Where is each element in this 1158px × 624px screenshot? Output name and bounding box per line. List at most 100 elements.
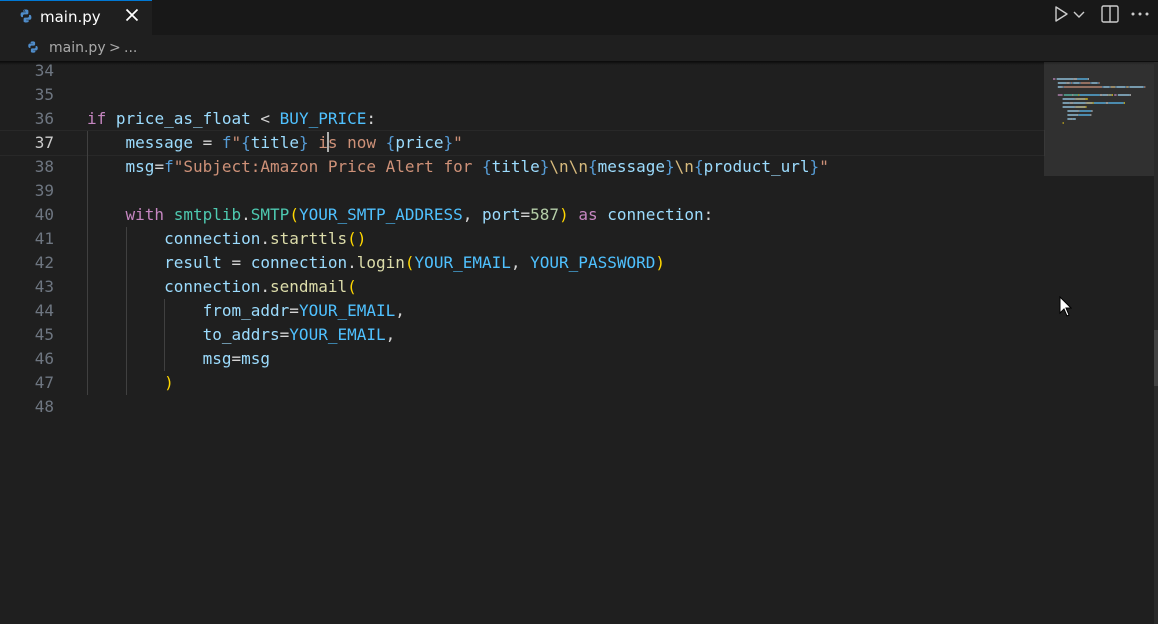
scrollbar-thumb[interactable]	[1154, 330, 1158, 386]
line-number: 45	[34, 325, 54, 344]
line-number: 37	[34, 133, 54, 152]
code-text: with smtplib.SMTP(YOUR_SMTP_ADDRESS, por…	[87, 203, 714, 227]
vertical-scrollbar[interactable]	[1154, 62, 1158, 624]
breadcrumb-file[interactable]: main.py	[49, 40, 106, 56]
code-token: YOUR_EMAIL	[289, 325, 386, 344]
close-icon[interactable]	[123, 6, 141, 24]
code-token: port	[481, 205, 521, 224]
code-line[interactable]: 38 msg=f"Subject:Amazon Price Alert for …	[0, 155, 1044, 179]
chevron-down-icon[interactable]	[1072, 3, 1086, 25]
code-token: to_addrs	[202, 325, 280, 344]
code-token: .	[347, 253, 357, 272]
code-token: )	[164, 373, 174, 392]
code-token: ,	[510, 253, 531, 272]
code-token: smtplib	[173, 205, 242, 224]
code-token: "	[819, 157, 829, 176]
code-token: =	[520, 205, 531, 224]
code-token: SMTP	[250, 205, 290, 224]
line-number: 48	[34, 397, 54, 416]
code-text: msg=msg	[87, 347, 270, 371]
code-editor[interactable]: 34 35 36 if price_as_float < BUY_PRICE: 37 m…	[0, 59, 1045, 624]
code-token: =	[279, 325, 290, 344]
code-token: connection	[250, 253, 348, 272]
ellipsis-icon[interactable]	[1129, 3, 1151, 25]
line-number: 43	[34, 277, 54, 296]
code-token: .	[260, 277, 271, 296]
code-token: msg	[125, 157, 155, 176]
minimap-slider[interactable]	[1044, 62, 1154, 176]
code-token: 587	[530, 205, 560, 224]
code-token: starttls	[270, 229, 348, 248]
code-token: ,	[385, 325, 396, 344]
code-token: <	[250, 109, 280, 128]
code-line[interactable]: 35	[0, 83, 1044, 107]
python-icon	[28, 41, 38, 53]
code-line[interactable]: 37 message = f"{title} is now {price}"	[0, 130, 1045, 156]
indent-guide	[87, 131, 88, 395]
code-line[interactable]: 48	[0, 395, 1044, 419]
line-number: 44	[34, 301, 54, 320]
code-token: YOUR_EMAIL	[414, 253, 511, 272]
code-token: (	[347, 277, 357, 296]
code-line[interactable]: 44 from_addr=YOUR_EMAIL,	[0, 299, 1044, 323]
code-token: connection	[607, 205, 704, 224]
code-token: result	[164, 253, 222, 272]
code-token: f	[164, 157, 174, 176]
code-token: }	[665, 157, 675, 176]
code-text: )	[87, 371, 174, 395]
code-line[interactable]: 46 msg=msg	[0, 347, 1044, 371]
code-token: if	[87, 109, 107, 128]
code-token: =	[289, 301, 299, 320]
code-token: .	[241, 205, 251, 224]
code-token: ()	[347, 229, 367, 248]
code-line[interactable]: 43 connection.sendmail(	[0, 275, 1044, 299]
split-editor-icon[interactable]	[1099, 3, 1121, 25]
code-token: i	[308, 133, 328, 152]
code-line[interactable]: 42 result = connection.login(YOUR_EMAIL,…	[0, 251, 1044, 275]
code-token: \n	[674, 157, 694, 176]
indent-guide	[125, 227, 127, 395]
line-number: 47	[34, 373, 54, 392]
code-token: s now	[327, 133, 386, 152]
code-line[interactable]: 40 with smtplib.SMTP(YOUR_SMTP_ADDRESS, …	[0, 203, 1044, 227]
code-text: connection.starttls()	[87, 227, 366, 251]
code-token: "	[231, 133, 242, 152]
code-token: title	[250, 133, 299, 152]
code-token: {	[385, 133, 396, 152]
python-icon	[20, 9, 32, 23]
code-token: =	[231, 349, 242, 368]
code-token: "Subject:Amazon Price Alert for	[173, 157, 482, 176]
code-token: {	[481, 157, 492, 176]
code-text: message = f"{title} is now {price}"	[87, 131, 463, 155]
code-line[interactable]: 45 to_addrs=YOUR_EMAIL,	[0, 323, 1044, 347]
code-token: connection	[164, 229, 261, 248]
line-number: 40	[34, 205, 54, 224]
code-token: f	[221, 133, 232, 152]
code-line[interactable]: 39	[0, 179, 1044, 203]
code-token: =	[154, 157, 165, 176]
code-token: }	[443, 133, 454, 152]
code-line[interactable]: 41 connection.starttls()	[0, 227, 1044, 251]
code-line[interactable]: 47 )	[0, 371, 1044, 395]
code-text: if price_as_float < BUY_PRICE:	[87, 107, 376, 131]
code-line[interactable]: 36 if price_as_float < BUY_PRICE:	[0, 107, 1044, 131]
play-icon[interactable]	[1050, 3, 1072, 25]
code-token: message	[125, 133, 193, 152]
code-token: =	[192, 133, 222, 152]
tab-main-py[interactable]: main.py	[0, 0, 152, 35]
code-token: ,	[462, 205, 482, 224]
code-token: message	[597, 157, 666, 176]
code-line[interactable]: 34	[0, 59, 1044, 83]
code-text: connection.sendmail(	[87, 275, 357, 299]
breadcrumb-symbols[interactable]: ...	[124, 40, 137, 56]
minimap[interactable]	[1044, 62, 1154, 624]
line-number: 34	[34, 61, 54, 80]
code-text: msg=f"Subject:Amazon Price Alert for {ti…	[87, 155, 829, 179]
code-token: :	[366, 109, 377, 128]
line-number: 41	[34, 229, 54, 248]
